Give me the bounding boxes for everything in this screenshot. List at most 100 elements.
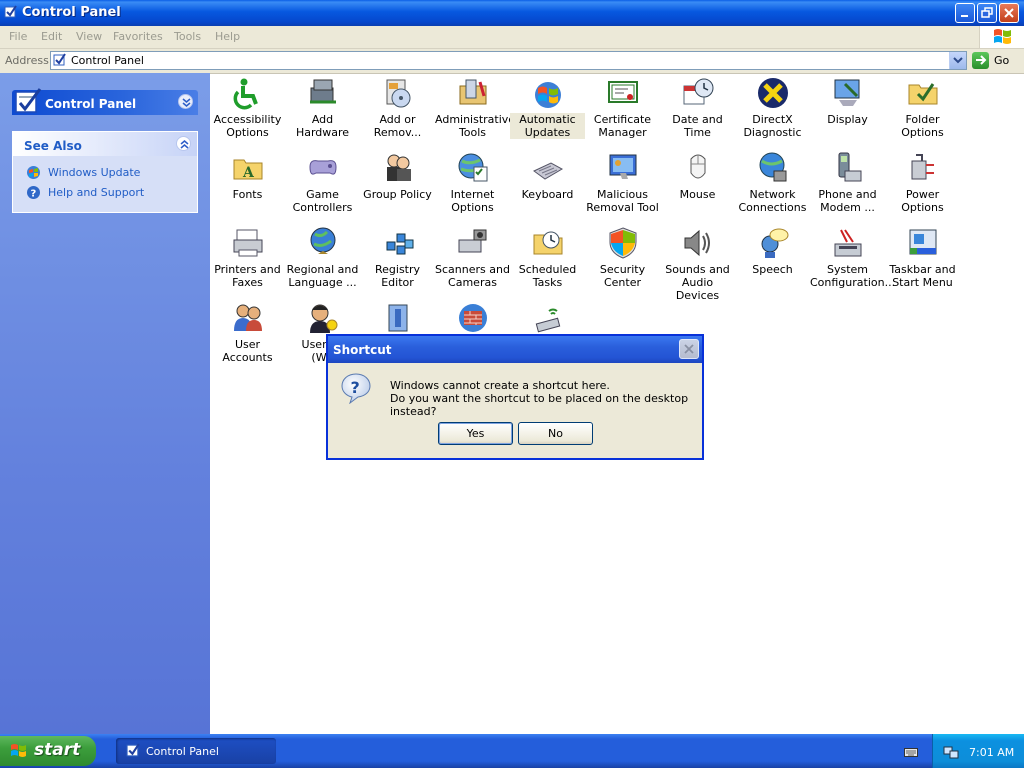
see-also-link-label: Help and Support: [48, 186, 145, 199]
control-panel-item[interactable]: Group Policy: [360, 148, 435, 223]
chevron-down-icon: [953, 57, 963, 64]
keyboard-icon: [533, 162, 564, 180]
item-label: Taskbar and Start Menu: [889, 263, 956, 289]
control-panel-item[interactable]: Malicious Removal Tool: [585, 148, 660, 223]
item-label: Group Policy: [363, 188, 432, 201]
control-panel-icon: [4, 5, 17, 18]
start-label: start: [34, 740, 81, 760]
control-panel-item[interactable]: A Fonts: [210, 148, 285, 223]
go-label: Go: [994, 54, 1010, 67]
item-label: Security Center: [599, 263, 646, 289]
control-panel-item[interactable]: User Accounts: [210, 298, 285, 373]
menu-tools[interactable]: Tools: [174, 30, 201, 43]
malicious-removal-icon: [609, 154, 637, 179]
control-panel-icon: [126, 743, 140, 757]
taskbar-item-control-panel[interactable]: Control Panel: [116, 738, 276, 764]
folder-options-icon: [908, 83, 938, 105]
see-also-header[interactable]: See Also: [13, 132, 197, 156]
control-panel-item[interactable]: Accessibility Options: [210, 73, 285, 148]
speech-icon: [761, 228, 789, 258]
registry-editor-icon: [386, 233, 414, 255]
minimize-button[interactable]: [955, 3, 975, 23]
control-panel-item[interactable]: Administrative Tools: [435, 73, 515, 148]
control-panel-item[interactable]: Phone and Modem ...: [810, 148, 885, 223]
control-panel-item[interactable]: Display: [810, 73, 885, 148]
dialog-close-button[interactable]: [679, 339, 699, 359]
control-panel-item[interactable]: Automatic Updates: [510, 73, 585, 148]
control-panel-item[interactable]: Printers and Faxes: [210, 223, 285, 298]
item-label: Fonts: [232, 188, 263, 201]
go-button[interactable]: Go: [972, 51, 1020, 70]
help-icon: ?: [27, 186, 40, 200]
item-label: Phone and Modem ...: [818, 188, 877, 214]
restore-button[interactable]: [977, 3, 997, 23]
menu-view[interactable]: View: [76, 30, 102, 43]
control-panel-item[interactable]: Security Center: [585, 223, 660, 298]
menu-help[interactable]: Help: [215, 30, 240, 43]
collapse-button[interactable]: [176, 136, 191, 151]
dialog-message-line2: Do you want the shortcut to be placed on…: [390, 392, 689, 418]
control-panel-item[interactable]: Scanners and Cameras: [435, 223, 510, 298]
see-also-link-label: Windows Update: [48, 166, 141, 179]
control-panel-heading: Control Panel: [45, 97, 137, 111]
control-panel-item[interactable]: DirectX Diagnostic: [735, 73, 810, 148]
printers-icon: [233, 229, 263, 257]
control-panel-item[interactable]: Certificate Manager: [585, 73, 660, 148]
control-panel-item[interactable]: Add or Remov...: [360, 73, 435, 148]
control-panel-item[interactable]: Taskbar and Start Menu: [885, 223, 960, 298]
control-panel-item[interactable]: Mouse: [660, 148, 735, 223]
system-icon: [834, 229, 862, 257]
svg-text:A: A: [242, 165, 255, 181]
keyboard-icon[interactable]: [904, 746, 918, 758]
clock: 7:01 AM: [969, 746, 1015, 759]
menu-edit[interactable]: Edit: [41, 30, 62, 43]
address-input[interactable]: Control Panel: [50, 51, 967, 70]
windows-update-icon: [27, 166, 40, 179]
game-controllers-icon: [309, 160, 337, 175]
dialog-title-bar[interactable]: Shortcut: [328, 336, 702, 363]
item-label: Speech: [752, 263, 793, 276]
no-button[interactable]: No: [518, 422, 593, 445]
go-arrow-icon: [972, 52, 989, 69]
control-panel-item[interactable]: Scheduled Tasks: [510, 223, 585, 298]
control-panel-item[interactable]: Date and Time: [660, 73, 735, 148]
network-icon[interactable]: [943, 744, 959, 760]
control-panel-item[interactable]: Registry Editor: [360, 223, 435, 298]
restore-icon: [981, 7, 993, 18]
add-hardware-icon: [310, 79, 336, 104]
taskbar-item-label: Control Panel: [146, 745, 219, 758]
menu-file[interactable]: File: [9, 30, 27, 43]
close-icon: [684, 344, 694, 354]
control-panel-item[interactable]: Sounds and Audio Devices: [660, 223, 735, 302]
phone-modem-icon: [838, 152, 862, 182]
item-label: Display: [827, 113, 868, 126]
control-panel-item[interactable]: Regional and Language ...: [285, 223, 360, 298]
title-bar[interactable]: Control Panel: [0, 0, 1024, 26]
control-panel-item[interactable]: Add Hardware: [285, 73, 360, 148]
control-panel-item[interactable]: Speech: [735, 223, 810, 298]
collapse-button[interactable]: [178, 94, 193, 109]
control-panel-item[interactable]: System Configuration...: [810, 223, 895, 298]
power-options-icon: [911, 154, 934, 180]
control-panel-item[interactable]: Internet Options: [435, 148, 510, 223]
item-label: User Accounts: [222, 338, 273, 364]
close-button[interactable]: [999, 3, 1019, 23]
address-dropdown-button[interactable]: [949, 52, 966, 69]
menu-bar: File Edit View Favorites Tools Help: [0, 26, 1024, 49]
menu-favorites[interactable]: Favorites: [113, 30, 163, 43]
scanners-icon: [458, 229, 487, 253]
item-label: Game Controllers: [292, 188, 353, 214]
control-panel-section-header[interactable]: Control Panel: [12, 88, 198, 115]
control-panel-item[interactable]: Keyboard: [510, 148, 585, 223]
yes-button[interactable]: Yes: [438, 422, 513, 445]
item-label: DirectX Diagnostic: [743, 113, 802, 139]
start-button[interactable]: start: [0, 736, 96, 766]
control-panel-item[interactable]: Power Options: [885, 148, 960, 223]
item-label: Sounds and Audio Devices: [665, 263, 730, 302]
control-panel-item[interactable]: Game Controllers: [285, 148, 360, 223]
security-center-icon: [609, 227, 637, 259]
fonts-icon: A: [233, 159, 263, 181]
control-panel-item[interactable]: Folder Options: [885, 73, 960, 148]
windows-logo: [979, 26, 1024, 48]
control-panel-item[interactable]: Network Connections: [735, 148, 810, 223]
